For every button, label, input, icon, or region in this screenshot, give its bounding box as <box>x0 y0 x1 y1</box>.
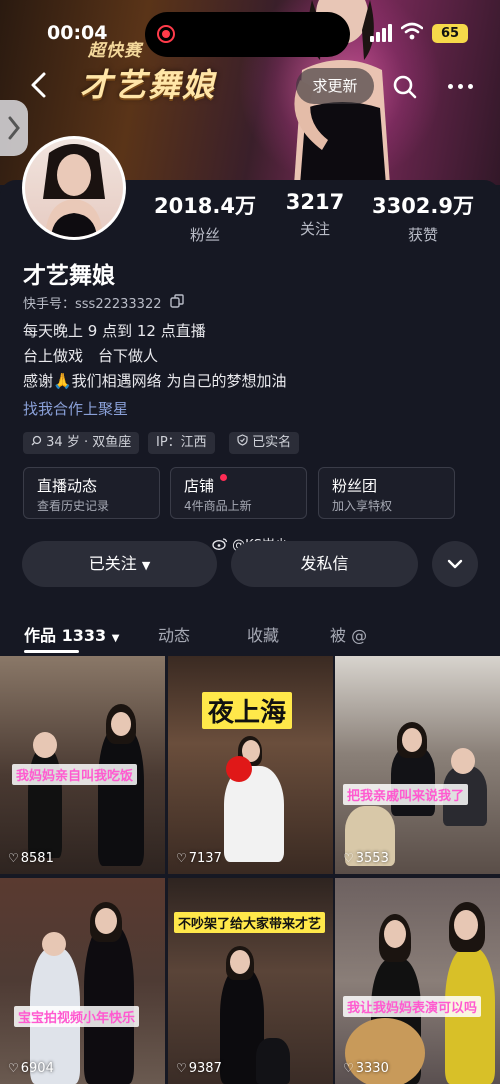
back-icon[interactable] <box>28 70 50 100</box>
box-subtitle: 4件商品上新 <box>184 499 252 513</box>
bio-line: 台上做戏 台下做人 <box>23 347 159 365</box>
tag-text: IP：江西 <box>156 435 207 450</box>
bio-line: 感谢🙏我们相遇网络 为自己的梦想加油 <box>23 372 287 390</box>
stat-following[interactable]: 3217 关注 <box>274 190 356 239</box>
tag-text: 34 岁 · 双鱼座 <box>46 435 132 450</box>
search-icon[interactable] <box>388 70 422 104</box>
video-thumbnail[interactable]: 把我亲戚叫来说我了 ♡ 3553 <box>335 656 500 874</box>
heart-icon: ♡ <box>8 1061 19 1075</box>
box-title: 直播动态 <box>37 477 98 495</box>
video-likes: ♡ 6904 <box>8 1061 54 1076</box>
likes-count: 3330 <box>355 1061 389 1076</box>
red-fan <box>226 756 252 782</box>
stat-value: 2018.4万 <box>153 194 257 218</box>
side-drawer-handle[interactable] <box>0 100 28 156</box>
tab-moments[interactable]: 动态 <box>158 622 190 646</box>
video-thumbnail[interactable]: 我让我妈妈表演可以吗 ♡ 3330 <box>335 878 500 1084</box>
video-grid: 我妈妈亲自叫我吃饭 ♡ 8581 夜上海 ♡ 7137 把我亲戚叫来说我了 ♡ 355… <box>0 656 500 1084</box>
video-caption: 夜上海 <box>202 692 293 729</box>
shield-icon <box>237 434 248 446</box>
request-update-button[interactable]: 求更新 <box>296 68 374 104</box>
video-caption: 我妈妈亲自叫我吃饭 <box>12 764 138 785</box>
tab-label: 作品 1333 <box>24 626 107 645</box>
caret-down-icon: ▼ <box>111 633 120 644</box>
likes-count: 8581 <box>20 851 54 866</box>
box-title: 店铺 <box>184 477 215 495</box>
video-thumbnail[interactable]: 我妈妈亲自叫我吃饭 ♡ 8581 <box>0 656 165 874</box>
video-likes: ♡ 7137 <box>176 851 222 866</box>
video-caption: 不吵架了给大家带来才艺 <box>174 912 326 933</box>
fan-club-box[interactable]: 粉丝团 加入享特权 <box>318 467 455 519</box>
caret-down-icon: ▼ <box>141 559 151 572</box>
more-icon[interactable] <box>446 74 476 98</box>
wifi-icon <box>401 22 423 40</box>
stat-label: 获赞 <box>407 226 438 244</box>
box-subtitle: 查看历史记录 <box>37 499 110 513</box>
expand-button[interactable] <box>432 541 478 587</box>
video-likes: ♡ 8581 <box>8 851 54 866</box>
video-caption: 宝宝拍视频小年快乐 <box>14 1006 140 1027</box>
stat-label: 粉丝 <box>189 226 220 244</box>
following-label: 已关注 <box>88 554 137 573</box>
status-time: 00:04 <box>47 22 108 44</box>
recording-icon <box>157 25 175 43</box>
banner-title: 才艺舞娘 <box>80 66 217 104</box>
heart-icon: ♡ <box>176 1061 187 1075</box>
video-thumbnail[interactable]: 夜上海 ♡ 7137 <box>168 656 333 874</box>
chevron-right-icon <box>8 116 20 140</box>
video-likes: ♡ 3330 <box>343 1061 389 1076</box>
stat-followers[interactable]: 2018.4万 粉丝 <box>152 190 258 245</box>
profile-name: 才艺舞娘 <box>23 263 115 289</box>
heart-icon: ♡ <box>343 1061 354 1075</box>
box-title: 粉丝团 <box>332 477 378 495</box>
message-button[interactable]: 发私信 <box>231 541 418 587</box>
box-subtitle: 加入享特权 <box>332 499 393 513</box>
heart-icon: ♡ <box>176 851 187 865</box>
video-likes: ♡ 9387 <box>176 1061 222 1076</box>
tab-works[interactable]: 作品 1333 ▼ <box>24 622 119 646</box>
dynamic-island <box>145 12 350 57</box>
chevron-down-icon <box>447 559 463 569</box>
notification-dot <box>220 474 227 481</box>
ip-tag: IP：江西 <box>148 432 215 454</box>
following-button[interactable]: 已关注 ▼ <box>22 541 217 587</box>
tag-text: 已实名 <box>252 435 292 450</box>
live-history-box[interactable]: 直播动态 查看历史记录 <box>23 467 160 519</box>
location-icon <box>31 435 42 446</box>
tab-underline <box>24 650 79 653</box>
stat-value: 3302.9万 <box>371 194 475 218</box>
battery-indicator: 65 <box>432 24 468 43</box>
age-tag: 34 岁 · 双鱼座 <box>23 432 140 454</box>
copy-icon[interactable] <box>170 294 184 308</box>
avatar[interactable] <box>22 136 126 240</box>
stat-likes[interactable]: 3302.9万 获赞 <box>370 190 476 245</box>
video-thumbnail[interactable]: 不吵架了给大家带来才艺 ♡ 9387 <box>168 878 333 1084</box>
shop-box[interactable]: 店铺 4件商品上新 <box>170 467 307 519</box>
likes-count: 3553 <box>355 851 389 866</box>
tab-favorites[interactable]: 收藏 <box>247 622 279 646</box>
weibo-icon <box>212 538 228 550</box>
kuaishou-id: 快手号：sss22233322 <box>23 297 162 312</box>
video-thumbnail[interactable]: 宝宝拍视频小年快乐 ♡ 6904 <box>0 878 165 1084</box>
likes-count: 7137 <box>188 851 222 866</box>
video-caption: 我让我妈妈表演可以吗 <box>343 996 482 1017</box>
likes-count: 9387 <box>188 1061 222 1076</box>
cellular-signal-icon <box>370 24 394 42</box>
stat-label: 关注 <box>299 220 330 238</box>
video-likes: ♡ 3553 <box>343 851 389 866</box>
video-caption: 把我亲戚叫来说我了 <box>343 784 469 805</box>
verified-tag: 已实名 <box>229 432 300 454</box>
bio-line: 每天晚上 9 点到 12 点直播 <box>23 322 206 340</box>
tab-mentioned[interactable]: 被 @ <box>330 622 367 646</box>
heart-icon: ♡ <box>343 851 354 865</box>
avatar-photo <box>43 144 105 237</box>
business-link[interactable]: 找我合作上聚星 <box>23 398 128 419</box>
heart-icon: ♡ <box>8 851 19 865</box>
likes-count: 6904 <box>20 1061 54 1076</box>
stat-value: 3217 <box>285 190 345 214</box>
